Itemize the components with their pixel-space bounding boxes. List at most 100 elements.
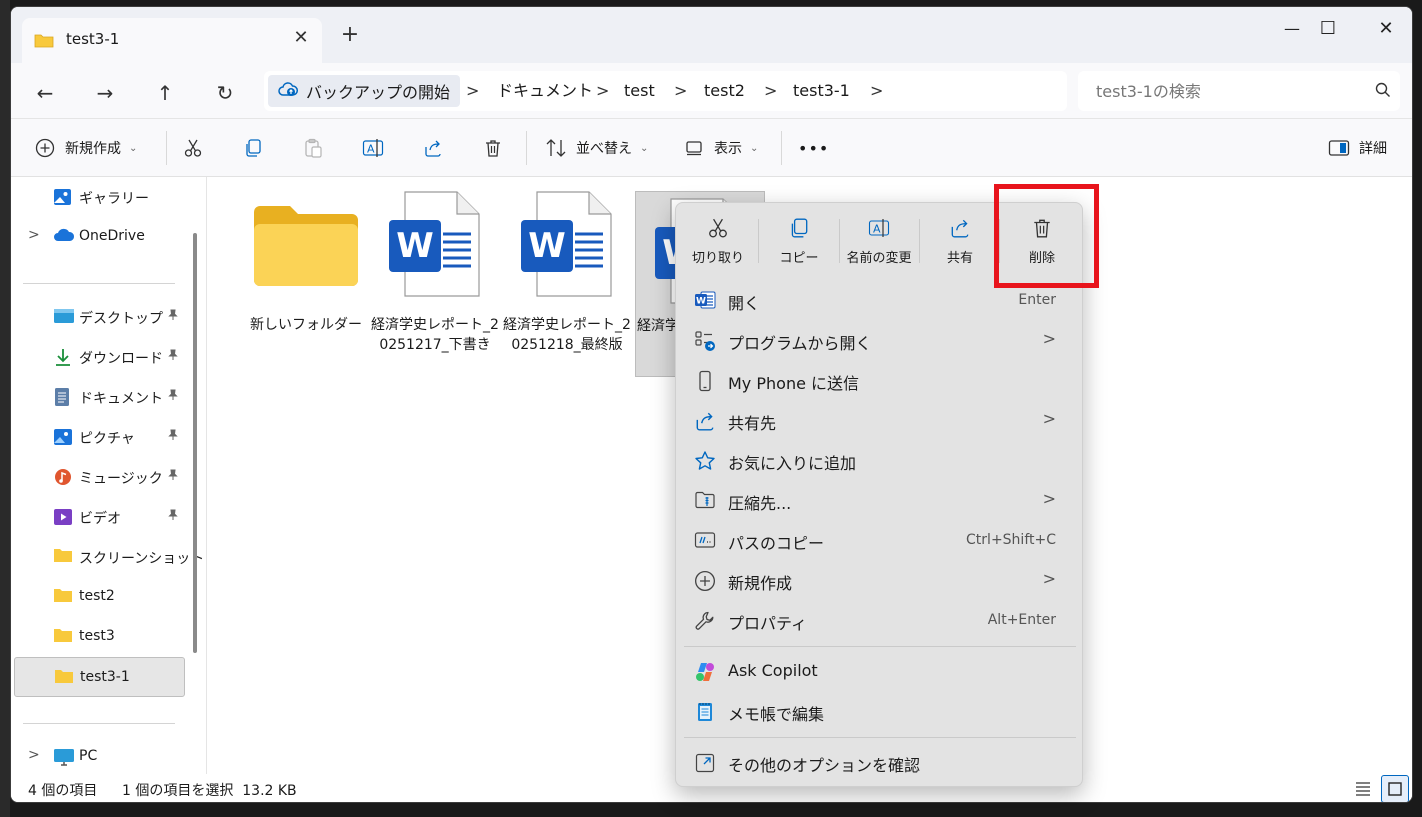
share-icon: [949, 217, 971, 239]
more-options-button[interactable]: •••: [798, 133, 829, 163]
sidebar-item-gallery[interactable]: ギャラリー: [14, 180, 184, 214]
copy-button[interactable]: [241, 133, 265, 163]
sort-label: 並べ替え: [576, 141, 632, 157]
maximize-button[interactable]: ☐: [1305, 15, 1351, 43]
close-window-button[interactable]: ✕: [1363, 15, 1409, 43]
delete-button[interactable]: [481, 133, 505, 163]
breadcrumb-chevron-icon[interactable]: >: [466, 71, 479, 111]
tab-test3-1[interactable]: test3-1 ✕: [22, 18, 322, 63]
cut-button[interactable]: [181, 133, 205, 163]
word-document-icon: W: [370, 185, 500, 305]
paste-icon: [301, 136, 325, 160]
details-button[interactable]: 詳細: [1327, 133, 1387, 163]
new-tab-button[interactable]: +: [338, 24, 362, 48]
sidebar-item-documents[interactable]: ドキュメント: [14, 380, 184, 414]
svg-text:W: W: [696, 297, 706, 307]
context-rename-button[interactable]: A 名前の変更: [839, 213, 919, 273]
shortcut-text: Enter: [1018, 292, 1056, 308]
refresh-button[interactable]: ↻: [207, 75, 243, 111]
context-cut-button[interactable]: 切り取り: [678, 213, 758, 273]
menu-item-label: 新規作成: [728, 574, 793, 593]
download-icon: [53, 347, 75, 367]
search-icon[interactable]: [1374, 81, 1392, 103]
sidebar-item-desktop[interactable]: デスクトップ: [14, 300, 184, 334]
context-copy-button[interactable]: コピー: [759, 213, 839, 273]
breadcrumb-test3-1[interactable]: test3-1: [793, 71, 850, 111]
menu-item-send-to-phone[interactable]: My Phone に送信: [684, 361, 1076, 401]
menu-item-edit-notepad[interactable]: メモ帳で編集: [684, 692, 1076, 732]
view-icon: [682, 136, 706, 160]
sidebar-item-test3[interactable]: test3: [14, 620, 184, 654]
sidebar-item-videos[interactable]: ビデオ: [14, 500, 184, 534]
chevron-right-icon[interactable]: >: [28, 747, 40, 763]
sidebar-item-music[interactable]: ミュージック: [14, 460, 184, 494]
menu-item-share-with[interactable]: 共有先 >: [684, 401, 1076, 441]
breadcrumb-chevron-icon[interactable]: >: [674, 71, 687, 111]
breadcrumb-chevron-icon[interactable]: >: [764, 71, 777, 111]
action-label: 切り取り: [691, 251, 744, 266]
menu-item-open-with[interactable]: プログラムから開く >: [684, 321, 1076, 361]
sort-button[interactable]: 並べ替え ⌄: [544, 133, 648, 163]
navigation-pane: ギャラリー > OneDrive デスクトップ ダウンロード ドキュメント ピク…: [11, 177, 207, 774]
folder-icon: [53, 547, 75, 567]
menu-item-new[interactable]: 新規作成 >: [684, 561, 1076, 601]
breadcrumb-chevron-icon[interactable]: >: [596, 71, 609, 111]
svg-text:W: W: [396, 226, 434, 266]
menu-item-label: プロパティ: [728, 614, 808, 633]
chevron-right-icon: >: [1042, 569, 1056, 588]
new-label: 新規作成: [65, 141, 121, 157]
paste-button[interactable]: [301, 133, 325, 163]
command-bar: 新規作成 ⌄ A 並べ替え ⌄ 表示 ⌄ ••• 詳細: [11, 119, 1412, 177]
sidebar-item-screenshots[interactable]: スクリーンショット: [14, 540, 204, 574]
plus-circle-icon: [33, 136, 57, 160]
large-icons-view-icon[interactable]: [1381, 775, 1409, 802]
share-button[interactable]: [421, 133, 445, 163]
back-button[interactable]: ←: [27, 75, 63, 111]
menu-item-copy-path[interactable]: パスのコピー Ctrl+Shift+C: [684, 521, 1076, 561]
details-view-icon[interactable]: [1354, 779, 1372, 801]
sidebar-item-pictures[interactable]: ピクチャ: [14, 420, 184, 454]
details-pane-icon: [1327, 136, 1351, 160]
menu-item-compress[interactable]: 圧縮先... >: [684, 481, 1076, 521]
trash-icon: [481, 136, 505, 160]
context-share-button[interactable]: 共有: [920, 213, 1000, 273]
divider: [23, 723, 175, 724]
menu-item-ask-copilot[interactable]: Ask Copilot: [684, 652, 1076, 692]
sidebar-item-label: ビデオ: [79, 511, 121, 527]
sidebar-scrollbar[interactable]: [193, 233, 197, 653]
menu-item-label: その他のオプションを確認: [728, 756, 921, 775]
details-label: 詳細: [1359, 141, 1387, 157]
chevron-right-icon[interactable]: >: [28, 227, 40, 243]
menu-item-more-options[interactable]: その他のオプションを確認: [684, 743, 1076, 783]
search-input[interactable]: [1078, 71, 1358, 111]
pin-icon: [167, 389, 179, 404]
tab-close-icon[interactable]: ✕: [290, 27, 312, 49]
chevron-right-icon: >: [1042, 329, 1056, 348]
forward-button[interactable]: →: [87, 75, 123, 111]
sidebar-item-onedrive[interactable]: > OneDrive: [14, 220, 184, 254]
view-button[interactable]: 表示 ⌄: [682, 133, 758, 163]
sidebar-item-test3-1[interactable]: test3-1: [14, 657, 185, 697]
sidebar-item-pc[interactable]: > PC: [14, 740, 184, 774]
divider: [526, 131, 527, 165]
up-button[interactable]: ↑: [147, 75, 183, 111]
breadcrumb-chevron-icon[interactable]: >: [870, 71, 883, 111]
action-label: 名前の変更: [846, 251, 912, 266]
pin-icon: [167, 509, 179, 524]
menu-item-label: Ask Copilot: [728, 661, 818, 680]
rename-button[interactable]: A: [361, 133, 385, 163]
menu-item-add-favorite[interactable]: お気に入りに追加: [684, 441, 1076, 481]
menu-item-properties[interactable]: プロパティ Alt+Enter: [684, 601, 1076, 641]
breadcrumb-test[interactable]: test: [624, 71, 655, 111]
breadcrumb-test2[interactable]: test2: [704, 71, 745, 111]
wrench-icon: [694, 610, 716, 632]
new-button[interactable]: 新規作成 ⌄: [33, 133, 137, 163]
sidebar-item-test2[interactable]: test2: [14, 580, 184, 614]
chevron-down-icon: ⌄: [640, 142, 649, 154]
share-icon: [694, 410, 716, 432]
breadcrumb-backup[interactable]: バックアップの開始: [268, 75, 461, 107]
sidebar-item-downloads[interactable]: ダウンロード: [14, 340, 184, 374]
address-bar[interactable]: バックアップの開始 > ドキュメント > test > test2 > test…: [264, 71, 1067, 111]
breadcrumb-documents[interactable]: ドキュメント: [497, 71, 593, 111]
divider: [23, 283, 175, 284]
